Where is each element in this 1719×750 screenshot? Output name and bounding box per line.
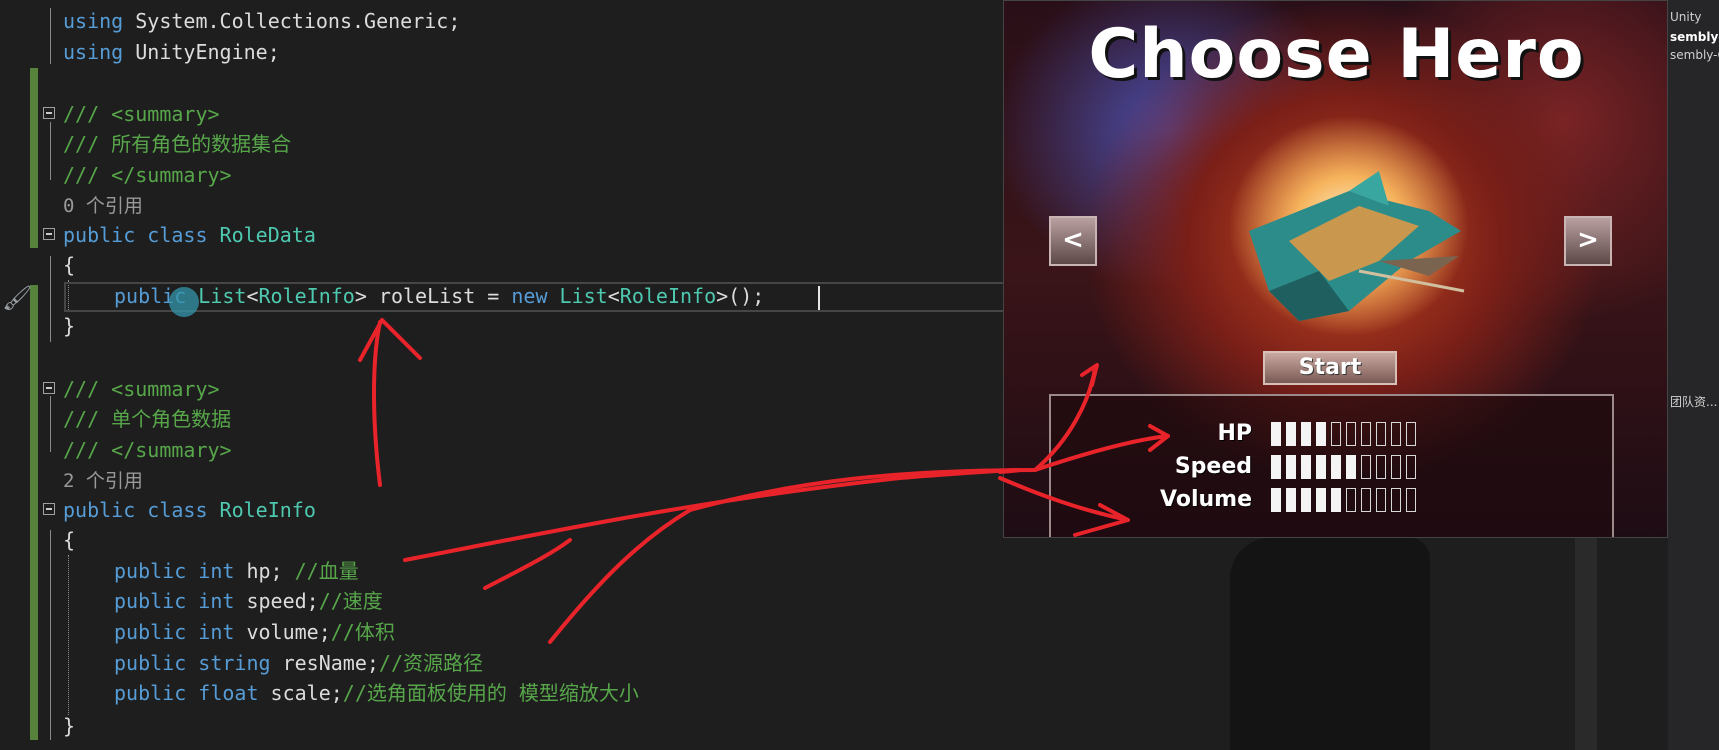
annotation-stroke [372,320,382,487]
annotation-stroke [403,468,1022,562]
red-pen-annotations [358,318,1170,644]
annotation-stroke [688,468,1037,512]
annotation-stroke [998,476,1130,522]
annotation-stroke [1080,363,1099,387]
annotation-stroke [483,538,572,590]
annotation-stroke [358,318,422,362]
